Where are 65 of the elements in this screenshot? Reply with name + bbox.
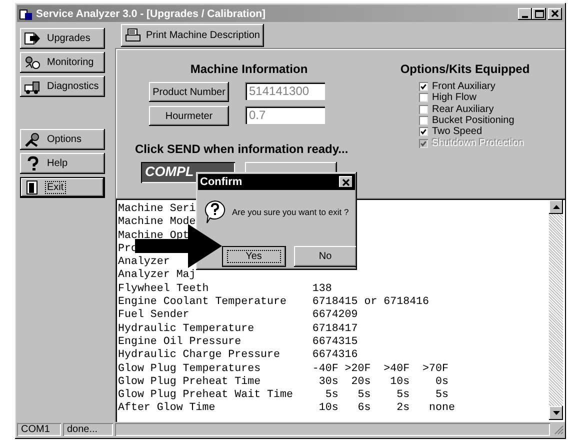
truck-icon	[24, 79, 41, 94]
report-line: Flywheel Teeth 138	[118, 282, 332, 296]
checkbox[interactable]	[419, 82, 428, 92]
checkbox-label: Bucket Positioning	[432, 115, 514, 126]
report-line: After Glow Time 10s 6s 2s none	[118, 402, 455, 416]
sidebar-button[interactable]: Upgrades	[20, 28, 105, 49]
close-icon	[342, 178, 350, 186]
report-line: Fuel Sender 6674209	[118, 309, 358, 323]
checkbox-label: High Flow	[432, 92, 476, 104]
field-button[interactable]: Product Number	[149, 82, 229, 102]
sidebar-button[interactable]: Exit	[20, 177, 105, 198]
report-line: Glow Plug Preheat Time 30s 20s 10s 0s	[118, 376, 448, 389]
value-field: 0.7	[245, 106, 325, 124]
sidebar-button[interactable]: Help	[20, 153, 105, 174]
scroll-up-button[interactable]	[549, 200, 563, 214]
print-button[interactable]: Print Machine Description	[121, 24, 264, 46]
report-line: Machine Seri	[118, 203, 196, 216]
report-line: Glow Plug Preheat Wait Time 5s 5s 5s 5s	[118, 389, 448, 402]
maximize-button[interactable]	[532, 8, 546, 20]
report-line: Machine Mode	[118, 216, 196, 230]
resize-grip-icon	[552, 423, 564, 435]
status-panel: COM1	[17, 423, 61, 436]
field-button[interactable]: Hourmeter	[149, 106, 229, 126]
sidebar-button[interactable]: Options	[20, 129, 105, 150]
scroll-down-button[interactable]	[549, 406, 563, 420]
window-title: Service Analyzer 3.0 - [Upgrades / Calibration]	[36, 8, 267, 20]
report-line: Engine Coolant Temperature 6718415 or 6718416	[118, 296, 430, 309]
report-line: Hydraulic Temperature 6718417	[118, 322, 358, 336]
checkbox-label: Two Speed	[432, 126, 482, 138]
question-bubble-icon	[204, 200, 226, 224]
down-arrow-icon	[552, 411, 560, 415]
close-button[interactable]	[548, 8, 562, 20]
checkbox[interactable]	[419, 116, 428, 126]
checkbox-label: Shutdown Protection	[432, 138, 524, 149]
close-button[interactable]	[339, 176, 353, 188]
value-field: 514141300	[245, 82, 325, 100]
sidebar-button[interactable]: Diagnostics	[20, 76, 105, 97]
close-icon	[551, 10, 559, 17]
printer-icon	[125, 28, 142, 42]
dialog-button[interactable]: Yes	[222, 246, 286, 267]
section-heading: Machine Information	[190, 62, 308, 76]
dialog-message: Are you sure you want to exit ?	[232, 207, 349, 217]
report-line: Analyzer Maj	[118, 269, 196, 283]
maximize-icon	[534, 10, 544, 18]
report-line: Glow Plug Temperatures -40F >20F >40F >70F	[118, 362, 448, 376]
checkbox[interactable]	[419, 93, 428, 102]
app-icon	[19, 6, 33, 20]
status-panel: done...	[63, 423, 113, 436]
minimize-icon	[522, 16, 528, 18]
up-arrow-icon	[552, 205, 560, 209]
report-line: Analyzer	[118, 256, 170, 269]
checkbox[interactable]	[419, 104, 428, 114]
checkbox-label: Front Auxiliary	[432, 81, 496, 92]
report-line: Machine Opt	[118, 230, 190, 243]
arrow-into-page-icon	[24, 31, 41, 46]
checkbox-label: Rear Auxiliary	[432, 104, 494, 115]
dialog-button[interactable]: No	[294, 246, 357, 267]
checkbox[interactable]	[419, 127, 428, 136]
report-line: Engine Oil Pressure 6674315	[118, 336, 358, 349]
instruction-text: Click SEND when information ready...	[135, 142, 348, 156]
sidebar-button[interactable]: Monitoring	[20, 52, 105, 73]
check-mark-icon	[420, 83, 427, 90]
section-heading: Options/Kits Equipped	[400, 62, 530, 76]
minimize-button[interactable]	[518, 8, 532, 20]
report-line: Hydraulic Charge Pressure 6674316	[118, 349, 358, 363]
